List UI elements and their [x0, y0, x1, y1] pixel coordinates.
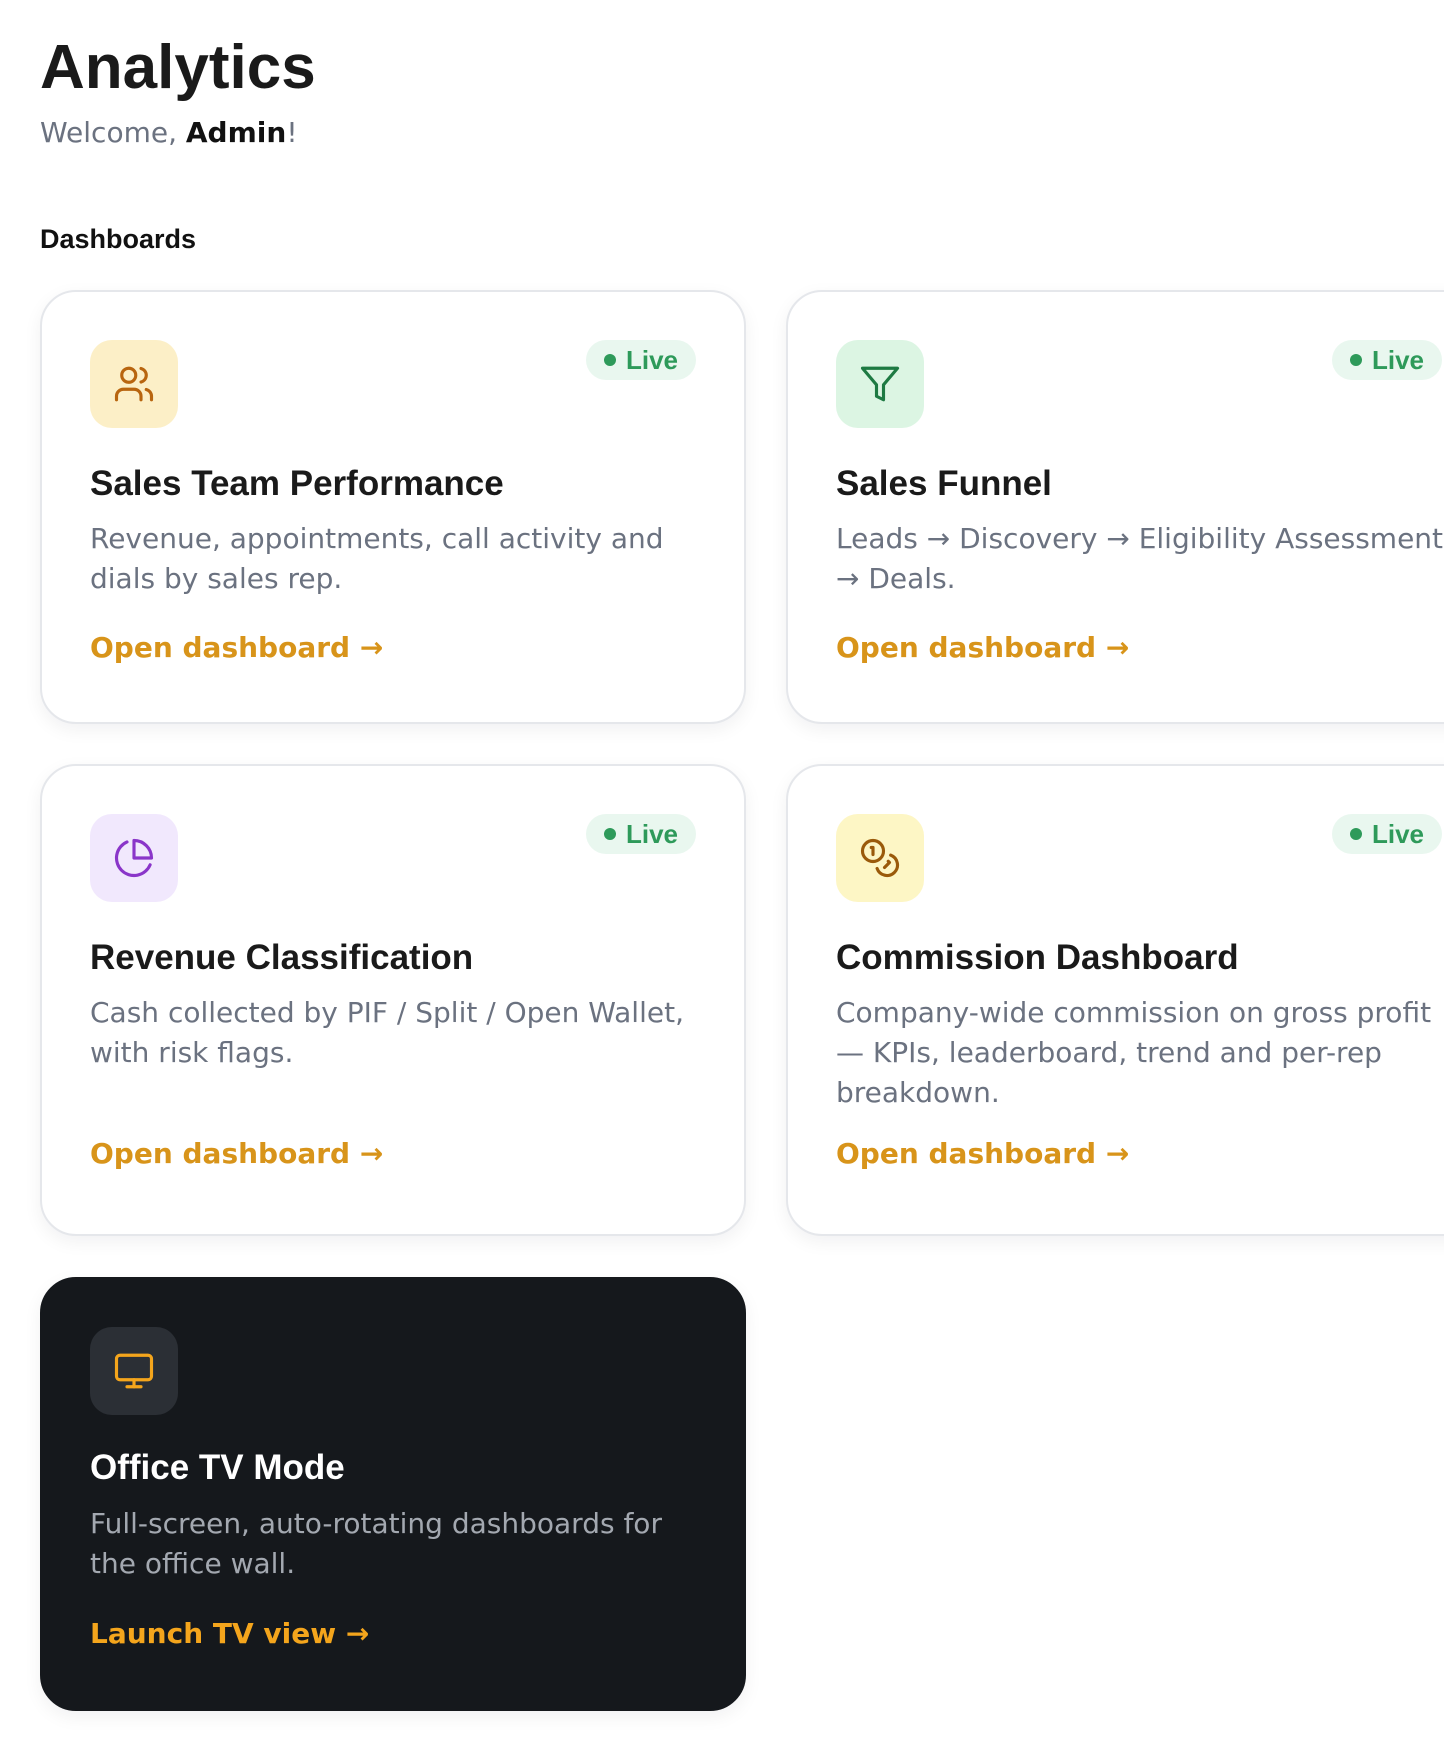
card-description: Revenue, appointments, call activity and…	[90, 522, 664, 595]
page-title: Analytics	[40, 33, 316, 102]
card-title: Sales Funnel	[836, 464, 1052, 503]
card-title: Revenue Classification	[90, 938, 474, 977]
card-title: Office TV Mode	[90, 1448, 345, 1487]
dashboard-card-commission[interactable]: Live Commission Dashboard Company-wide c…	[786, 764, 1450, 1236]
analytics-page: Analytics Welcome, Admin! Dashboards Liv…	[0, 0, 1450, 1760]
viewport-edge	[1444, 0, 1450, 1760]
status-badge-label: Live	[625, 344, 678, 375]
funnel-icon	[836, 340, 924, 428]
card-title: Commission Dashboard	[836, 938, 1239, 977]
launch-tv-view-link[interactable]: Launch TV view →	[90, 1614, 369, 1654]
live-dot-icon	[603, 828, 616, 840]
tv-mode-card[interactable]: Office TV Mode Full-screen, auto-rotatin…	[40, 1277, 746, 1711]
card-description: Company-wide commission on gross profit …	[836, 996, 1432, 1109]
status-badge: Live	[585, 814, 696, 854]
open-dashboard-link[interactable]: Open dashboard →	[836, 1134, 1129, 1174]
status-badge-label: Live	[1371, 344, 1424, 375]
status-badge-label: Live	[625, 818, 678, 849]
monitor-icon	[90, 1327, 178, 1415]
card-description: Leads → Discovery → Eligibility Assessme…	[836, 522, 1444, 595]
open-dashboard-link[interactable]: Open dashboard →	[836, 628, 1129, 668]
card-description: Full-screen, auto-rotating dashboards fo…	[90, 1507, 662, 1580]
welcome-suffix: !	[286, 116, 298, 149]
card-description: Cash collected by PIF / Split / Open Wal…	[90, 996, 684, 1069]
status-badge: Live	[585, 340, 696, 380]
dashboard-card-revenue-classification[interactable]: Live Revenue Classification Cash collect…	[40, 764, 746, 1236]
status-badge: Live	[1331, 340, 1442, 380]
status-badge: Live	[1331, 814, 1442, 854]
pie-chart-icon	[90, 814, 178, 902]
live-dot-icon	[1349, 354, 1362, 366]
welcome-message: Welcome, Admin!	[40, 113, 298, 153]
live-dot-icon	[603, 354, 616, 366]
open-dashboard-link[interactable]: Open dashboard →	[90, 628, 383, 668]
open-dashboard-link[interactable]: Open dashboard →	[90, 1134, 383, 1174]
dashboard-card-sales-funnel[interactable]: Live Sales Funnel Leads → Discovery → El…	[786, 290, 1450, 724]
user-name: Admin	[185, 116, 287, 149]
dashboard-card-sales-team-performance[interactable]: Live Sales Team Performance Revenue, app…	[40, 290, 746, 724]
coins-icon	[836, 814, 924, 902]
section-title: Dashboards	[40, 224, 197, 254]
users-icon	[90, 340, 178, 428]
card-title: Sales Team Performance	[90, 464, 504, 503]
live-dot-icon	[1349, 828, 1362, 840]
welcome-prefix: Welcome,	[40, 116, 186, 149]
status-badge-label: Live	[1371, 818, 1424, 849]
